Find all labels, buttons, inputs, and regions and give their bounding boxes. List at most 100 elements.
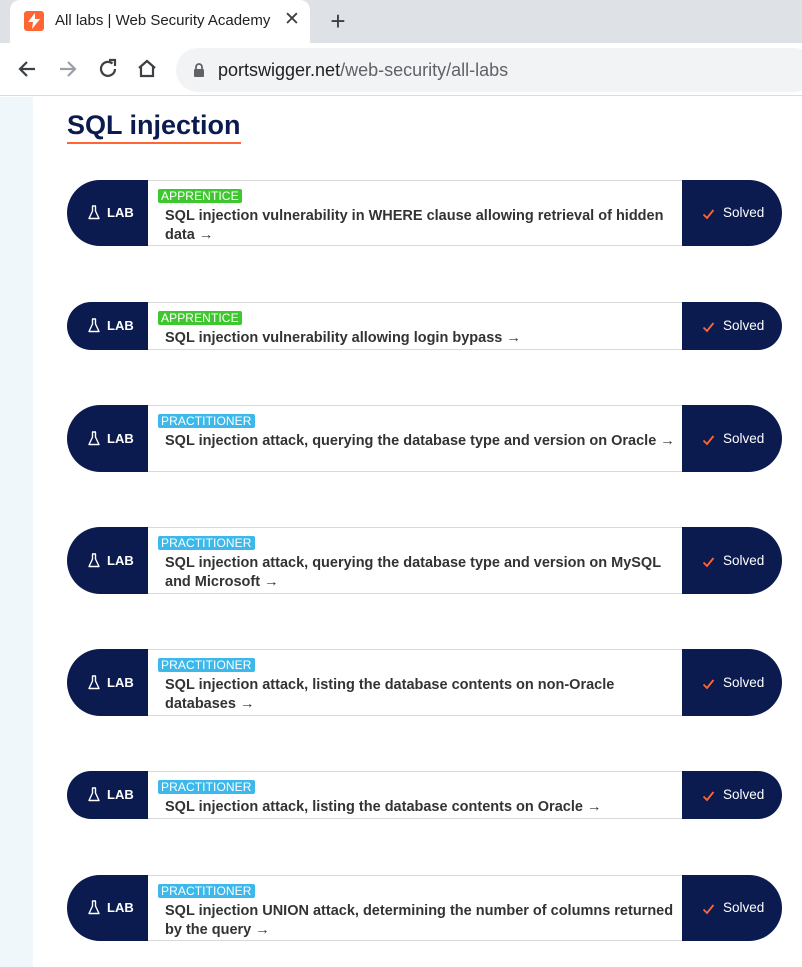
lab-title: SQL injection attack, listing the databa…: [165, 677, 615, 712]
lab-row[interactable]: LAB PRACTITIONER SQL injection attack, q…: [67, 405, 782, 472]
lab-pill: LAB: [67, 875, 150, 941]
checkmark-icon: [702, 902, 715, 920]
lab-title: SQL injection vulnerability in WHERE cla…: [165, 208, 664, 243]
level-badge: PRACTITIONER: [158, 884, 255, 898]
lab-body: APPRENTICE SQL injection vulnerability a…: [148, 302, 683, 350]
lock-icon[interactable]: [193, 63, 205, 82]
checkmark-icon: [702, 320, 715, 338]
lab-title: SQL injection attack, listing the databa…: [165, 799, 583, 815]
lab-pill: LAB: [67, 527, 150, 594]
lab-body: PRACTITIONER SQL injection attack, listi…: [148, 649, 683, 716]
arrow-right-icon: →: [660, 433, 675, 449]
lab-title-link[interactable]: SQL injection vulnerability in WHERE cla…: [165, 207, 677, 244]
solved-status: Solved: [682, 875, 782, 941]
checkmark-icon: [702, 677, 715, 695]
lab-row[interactable]: LAB PRACTITIONER SQL injection attack, l…: [67, 649, 782, 716]
level-badge: APPRENTICE: [158, 311, 242, 325]
new-tab-icon[interactable]: +: [325, 8, 351, 34]
level-badge: PRACTITIONER: [158, 658, 255, 672]
lab-title: SQL injection vulnerability allowing log…: [165, 330, 503, 346]
solved-label: Solved: [723, 205, 765, 220]
flask-icon: [88, 900, 100, 920]
section-title: SQL injection: [67, 109, 241, 144]
flask-icon: [88, 674, 100, 695]
lab-row[interactable]: LAB PRACTITIONER SQL injection attack, l…: [67, 771, 782, 819]
browser-tabstrip: All labs | Web Security Academy ✕ +: [0, 0, 802, 43]
checkmark-icon: [702, 555, 715, 573]
level-badge: APPRENTICE: [158, 189, 242, 203]
lab-title-link[interactable]: SQL injection attack, listing the databa…: [165, 798, 677, 817]
lab-label: LAB: [107, 205, 134, 220]
lab-title: SQL injection attack, querying the datab…: [165, 555, 661, 590]
solved-status: Solved: [682, 405, 782, 472]
arrow-right-icon: →: [586, 799, 602, 815]
lab-title-link[interactable]: SQL injection UNION attack, determining …: [165, 902, 677, 939]
lab-body: PRACTITIONER SQL injection UNION attack,…: [148, 875, 683, 941]
lab-label: LAB: [107, 430, 134, 446]
checkmark-icon: [702, 433, 715, 451]
lab-title: SQL injection attack, querying the datab…: [165, 433, 657, 449]
solved-status: Solved: [682, 302, 782, 350]
solved-label: Solved: [723, 430, 765, 446]
lab-row[interactable]: LAB PRACTITIONER SQL injection attack, q…: [67, 527, 782, 594]
solved-label: Solved: [723, 900, 765, 915]
lab-label: LAB: [107, 900, 134, 915]
flask-icon: [88, 552, 100, 573]
arrow-right-icon: →: [198, 226, 214, 243]
arrow-right-icon: →: [506, 330, 521, 346]
checkmark-icon: [702, 207, 715, 225]
lab-label: LAB: [107, 787, 134, 802]
flask-icon: [88, 205, 100, 225]
flask-icon: [88, 318, 100, 338]
lab-title: SQL injection UNION attack, determining …: [165, 903, 674, 938]
solved-status: Solved: [682, 180, 782, 246]
arrow-right-icon: →: [264, 573, 279, 590]
solved-label: Solved: [723, 318, 765, 333]
lab-body: APPRENTICE SQL injection vulnerability i…: [148, 180, 683, 246]
url-path: /web-security/all-labs: [340, 60, 509, 80]
arrow-right-icon: →: [255, 921, 270, 938]
url-host: portswigger.net: [218, 60, 341, 80]
close-tab-icon[interactable]: ✕: [281, 9, 303, 31]
arrow-right-icon: →: [239, 695, 255, 712]
lab-pill: LAB: [67, 771, 150, 819]
lab-body: PRACTITIONER SQL injection attack, query…: [148, 405, 683, 472]
lab-title-link[interactable]: SQL injection attack, querying the datab…: [165, 554, 677, 591]
lab-label: LAB: [107, 318, 134, 333]
reload-icon[interactable]: [95, 56, 121, 82]
lab-pill: LAB: [67, 649, 150, 716]
lab-body: PRACTITIONER SQL injection attack, query…: [148, 527, 683, 594]
lab-title-link[interactable]: SQL injection attack, querying the datab…: [165, 432, 677, 451]
home-icon[interactable]: [134, 56, 160, 82]
lab-row[interactable]: LAB APPRENTICE SQL injection vulnerabili…: [67, 180, 782, 246]
browser-tab[interactable]: All labs | Web Security Academy ✕: [10, 0, 310, 43]
url-text: portswigger.net/web-security/all-labs: [218, 60, 508, 81]
flask-icon: [88, 430, 100, 451]
page-content: SQL injection LAB APPRENTICE SQL injecti…: [0, 97, 802, 967]
left-margin: [0, 97, 33, 967]
solved-label: Solved: [723, 674, 765, 690]
flask-icon: [88, 787, 100, 807]
solved-status: Solved: [682, 771, 782, 819]
forward-arrow-icon[interactable]: [54, 56, 80, 82]
browser-toolbar: portswigger.net/web-security/all-labs: [0, 43, 802, 96]
lab-label: LAB: [107, 674, 134, 690]
lab-pill: LAB: [67, 180, 150, 246]
tab-title: All labs | Web Security Academy: [55, 12, 271, 29]
level-badge: PRACTITIONER: [158, 414, 255, 428]
address-bar[interactable]: portswigger.net/web-security/all-labs: [176, 48, 802, 92]
portswigger-favicon-icon: [24, 11, 44, 31]
solved-status: Solved: [682, 649, 782, 716]
checkmark-icon: [702, 789, 715, 807]
lab-row[interactable]: LAB APPRENTICE SQL injection vulnerabili…: [67, 302, 782, 350]
lab-title-link[interactable]: SQL injection attack, listing the databa…: [165, 676, 677, 713]
lab-body: PRACTITIONER SQL injection attack, listi…: [148, 771, 683, 819]
level-badge: PRACTITIONER: [158, 780, 255, 794]
back-arrow-icon[interactable]: [15, 56, 41, 82]
lab-title-link[interactable]: SQL injection vulnerability allowing log…: [165, 329, 677, 348]
lab-pill: LAB: [67, 302, 150, 350]
solved-label: Solved: [723, 787, 765, 802]
lab-row[interactable]: LAB PRACTITIONER SQL injection UNION att…: [67, 875, 782, 941]
lab-label: LAB: [107, 552, 134, 568]
solved-status: Solved: [682, 527, 782, 594]
